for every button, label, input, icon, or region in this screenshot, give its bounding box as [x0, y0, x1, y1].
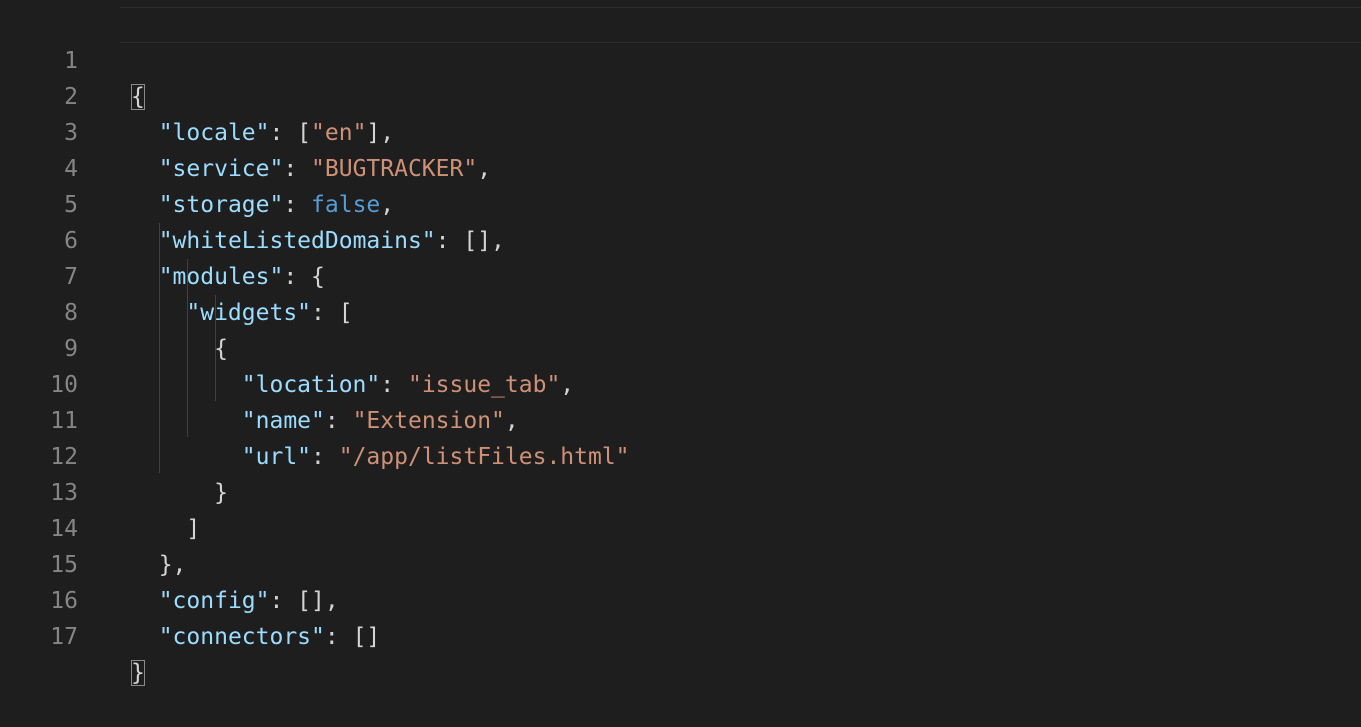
line-content[interactable]: "url": "/app/listFiles.html" [131, 439, 630, 475]
line-content[interactable]: "config": [], [131, 583, 339, 619]
code-line[interactable]: 9 "location": "issue_tab", [0, 295, 574, 398]
code-line[interactable]: 5 "whiteListedDomains": [], [0, 151, 505, 254]
json-string: "en" [311, 120, 367, 146]
punctuation: : [ [269, 120, 312, 146]
punctuation: ] [186, 516, 201, 542]
json-string: "Extension" [352, 408, 505, 434]
punctuation: : [324, 408, 353, 434]
line-content[interactable]: "location": "issue_tab", [131, 367, 574, 403]
punctuation: , [380, 192, 395, 218]
punctuation: , [504, 408, 519, 434]
code-line[interactable]: 14 }, [0, 475, 186, 578]
json-key: "whiteListedDomains" [158, 228, 436, 254]
punctuation: , [477, 156, 492, 182]
punctuation: , [560, 372, 575, 398]
punctuation: : [], [435, 228, 505, 254]
code-editor[interactable]: 1 { 2 "locale": ["en"], 3 "service": "BU… [0, 0, 1361, 686]
line-content[interactable]: }, [131, 547, 187, 583]
json-key: "storage" [158, 192, 284, 218]
json-key: "service" [158, 156, 284, 182]
punctuation: : [ [311, 300, 353, 326]
line-content[interactable]: "whiteListedDomains": [], [131, 223, 505, 259]
code-line[interactable]: 1 { [0, 7, 145, 110]
json-string: "issue_tab" [407, 372, 561, 398]
json-string: "BUGTRACKER" [311, 156, 478, 182]
punctuation: : [], [269, 588, 339, 614]
code-line[interactable]: 10 "name": "Extension", [0, 331, 518, 434]
json-key: "location" [241, 372, 381, 398]
line-content[interactable]: "name": "Extension", [131, 403, 519, 439]
punctuation: : [380, 372, 408, 398]
code-line[interactable]: 4 "storage": false, [0, 115, 394, 218]
code-line[interactable]: 11 "url": "/app/listFiles.html" [0, 367, 629, 470]
code-line[interactable]: 15 "config": [], [0, 511, 338, 614]
line-content[interactable]: "connectors": [] [131, 619, 381, 655]
punctuation: : [283, 156, 312, 182]
json-key: "name" [241, 408, 325, 434]
matched-brace: } [131, 660, 145, 686]
code-line[interactable]: 6 "modules": { [0, 187, 325, 290]
line-content[interactable]: "storage": false, [131, 187, 394, 223]
json-key: "connectors" [158, 624, 325, 650]
code-line[interactable]: 16 "connectors": [] [0, 547, 380, 650]
line-content[interactable]: } [131, 475, 228, 511]
line-content[interactable]: "modules": { [131, 259, 325, 295]
punctuation: : [283, 192, 312, 218]
code-line[interactable]: 3 "service": "BUGTRACKER", [0, 79, 491, 182]
json-key: "url" [241, 444, 312, 470]
line-content[interactable]: ] [131, 511, 200, 547]
code-line[interactable]: 2 "locale": ["en"], [0, 43, 394, 146]
line-content[interactable]: "service": "BUGTRACKER", [131, 151, 491, 187]
code-line[interactable]: 8 { [0, 259, 228, 362]
punctuation: }, [158, 552, 187, 578]
json-key: "locale" [158, 120, 270, 146]
line-content[interactable]: } [131, 655, 145, 691]
punctuation: { [214, 336, 228, 362]
current-line-highlight [120, 7, 1361, 43]
punctuation: : { [283, 264, 325, 290]
line-content[interactable]: { [131, 79, 145, 115]
line-content[interactable]: "widgets": [ [131, 295, 353, 331]
matched-brace: { [131, 84, 145, 110]
line-content[interactable]: { [131, 331, 228, 367]
code-line[interactable]: 12 } [0, 403, 228, 506]
code-line[interactable]: 13 ] [0, 439, 200, 542]
json-key: "widgets" [186, 300, 312, 326]
json-key: "config" [158, 588, 270, 614]
json-string: "/app/listFiles.html" [338, 444, 630, 470]
line-number: 17 [50, 624, 78, 650]
line-content[interactable]: "locale": ["en"], [131, 115, 394, 151]
code-line[interactable]: 17 } [0, 583, 145, 686]
punctuation: } [214, 480, 228, 506]
punctuation: : [311, 444, 339, 470]
punctuation: ], [366, 120, 395, 146]
code-line[interactable]: 7 "widgets": [ [0, 223, 352, 326]
json-boolean: false [311, 192, 381, 218]
punctuation: : [] [324, 624, 381, 650]
json-key: "modules" [158, 264, 284, 290]
